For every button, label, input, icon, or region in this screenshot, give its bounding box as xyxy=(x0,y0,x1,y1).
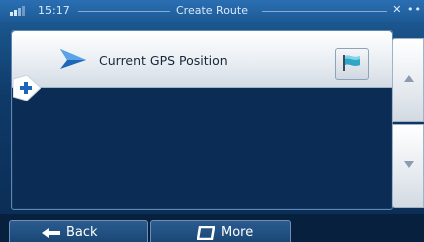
title-divider-right xyxy=(262,11,387,12)
plus-icon[interactable] xyxy=(13,75,41,101)
bottom-bar: Back More xyxy=(0,214,424,242)
back-label: Back xyxy=(66,225,98,240)
route-point-label: Current GPS Position xyxy=(99,53,228,68)
triangle-down-icon xyxy=(404,161,414,168)
status-indicator-icon: ✕ •• xyxy=(392,3,422,16)
more-icon xyxy=(197,226,215,240)
flag-icon xyxy=(343,55,360,71)
back-button[interactable]: Back xyxy=(9,220,148,242)
scroll-down-button[interactable] xyxy=(392,124,424,208)
destination-flag-button[interactable] xyxy=(335,48,369,80)
gps-arrow-icon xyxy=(60,49,86,69)
create-route-screen: 15:17 Create Route ✕ •• Current GPS Posi… xyxy=(0,0,424,242)
route-point-row[interactable]: Current GPS Position xyxy=(12,31,392,88)
route-list-panel: Current GPS Position xyxy=(11,30,393,210)
triangle-up-icon xyxy=(404,75,414,82)
more-button[interactable]: More xyxy=(150,220,291,242)
scroll-controls xyxy=(392,38,424,208)
scroll-up-button[interactable] xyxy=(392,38,424,122)
more-label: More xyxy=(221,225,254,240)
back-arrow-icon xyxy=(42,228,60,238)
status-bar: 15:17 Create Route ✕ •• xyxy=(0,0,424,22)
